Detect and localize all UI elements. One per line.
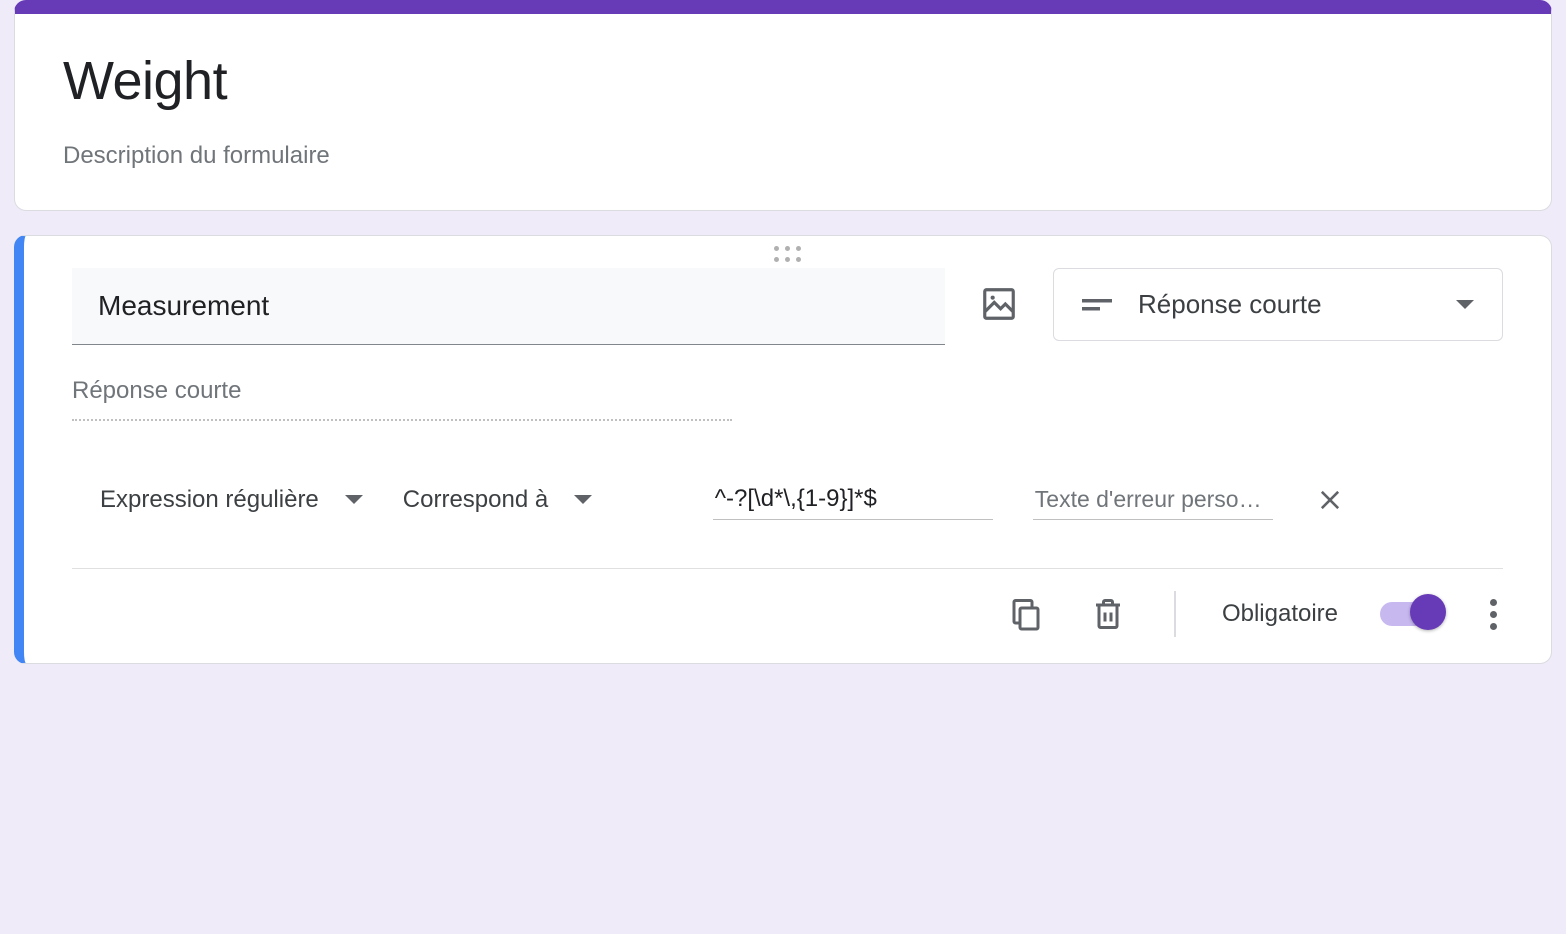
validation-match-select[interactable]: Correspond à [403, 486, 673, 514]
required-label: Obligatoire [1222, 600, 1338, 628]
caret-down-icon [345, 495, 363, 504]
question-title-input[interactable] [72, 268, 945, 345]
toggle-thumb [1410, 594, 1446, 630]
form-title[interactable]: Weight [63, 50, 1503, 112]
validation-pattern-input[interactable] [713, 479, 993, 520]
caret-down-icon [574, 495, 592, 504]
validation-row: Expression régulière Correspond à [72, 479, 1503, 520]
question-card: Réponse courte Réponse courte Expression… [14, 235, 1552, 664]
footer-separator [1174, 591, 1176, 637]
validation-error-input[interactable] [1033, 480, 1273, 520]
answer-preview: Réponse courte [72, 377, 732, 421]
question-footer: Obligatoire [72, 568, 1503, 663]
required-toggle[interactable] [1380, 602, 1442, 626]
validation-match-label: Correspond à [403, 486, 548, 514]
validation-type-select[interactable]: Expression régulière [100, 486, 363, 514]
remove-validation-button[interactable] [1313, 483, 1347, 517]
short-answer-icon [1082, 297, 1112, 313]
more-options-button[interactable] [1484, 593, 1503, 636]
question-type-select[interactable]: Réponse courte [1053, 268, 1503, 341]
form-header-card: Weight Description du formulaire [14, 0, 1552, 211]
form-description[interactable]: Description du formulaire [63, 142, 1503, 170]
insert-image-button[interactable] [977, 282, 1021, 326]
drag-handle-icon[interactable] [24, 236, 1551, 268]
validation-type-label: Expression régulière [100, 486, 319, 514]
caret-down-icon [1456, 300, 1474, 309]
delete-button[interactable] [1088, 594, 1128, 634]
duplicate-button[interactable] [1006, 594, 1046, 634]
question-type-label: Réponse courte [1138, 289, 1430, 320]
